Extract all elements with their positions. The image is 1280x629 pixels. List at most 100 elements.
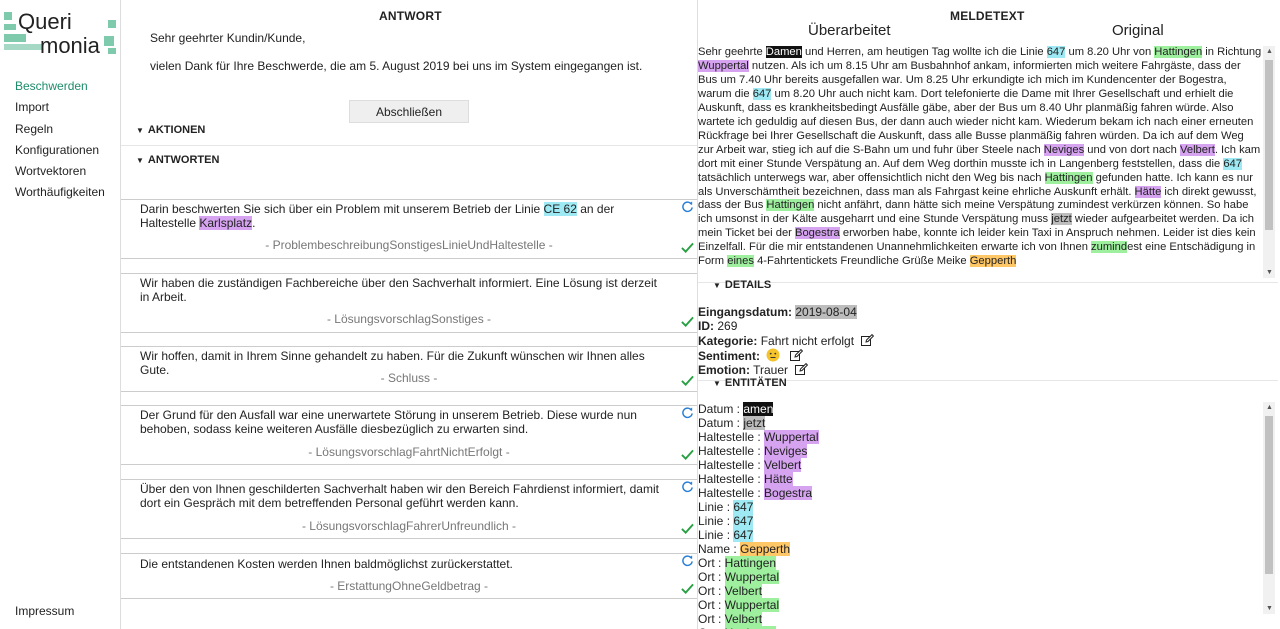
entity-highlight: Wuppertal [698, 59, 749, 72]
logo-square [108, 20, 116, 28]
answer-card-tag: - ProblembeschreibungSonstigesLinieUndHa… [265, 238, 553, 252]
entity-type: Ort : [698, 598, 725, 612]
entity-row[interactable]: Ort : Velbert [698, 584, 1262, 598]
sidebar-item-worthaeufigkeiten[interactable]: Worthäufigkeiten [15, 182, 105, 203]
entity-highlight: Velbert [1180, 143, 1215, 156]
answer-card[interactable]: Über den von Ihnen geschilderten Sachver… [121, 479, 697, 539]
refresh-icon[interactable] [681, 554, 694, 567]
scroll-up-icon[interactable]: ▲ [1266, 404, 1273, 411]
refresh-icon[interactable] [681, 200, 694, 213]
eingangsdatum-label: Eingangsdatum: [698, 305, 793, 319]
answers-section-label: ANTWORTEN [147, 154, 220, 166]
entities-scrollbar[interactable]: ▲ ▼ [1263, 402, 1275, 614]
entity-haltestelle: Karlsplatz [199, 216, 253, 230]
scroll-down-icon[interactable]: ▼ [1266, 269, 1273, 276]
entity-type: Ort : [698, 612, 725, 626]
entity-row[interactable]: Ort : Hattingen [698, 556, 1262, 570]
sidebar-item-beschwerden[interactable]: Beschwerden [15, 76, 105, 97]
entity-row[interactable]: Name : Gepperth [698, 542, 1262, 556]
check-icon[interactable] [681, 316, 694, 327]
sidebar-item-wortvektoren[interactable]: Wortvektoren [15, 161, 105, 182]
kategorie-value: Fahrt nicht erfolgt [760, 333, 855, 348]
refresh-icon[interactable] [681, 480, 694, 493]
sidebar-nav: Beschwerden Import Regeln Konfiguratione… [15, 76, 105, 204]
entity-value: Velbert [764, 458, 802, 472]
entity-row[interactable]: Haltestelle : Wuppertal [698, 430, 1262, 444]
entity-row[interactable]: Linie : 647 [698, 500, 1262, 514]
entity-row[interactable]: Linie : 647 [698, 514, 1262, 528]
meldetext-title: MELDETEXT [950, 9, 1025, 23]
answer-card[interactable]: Wir hoffen, damit in Ihrem Sinne gehande… [121, 346, 697, 392]
scroll-up-icon[interactable]: ▲ [1266, 48, 1273, 55]
entity-highlight: Damen [765, 46, 802, 58]
entity-row[interactable]: Haltestelle : Bogestra [698, 486, 1262, 500]
edit-icon[interactable] [861, 333, 875, 346]
entity-value: 647 [733, 528, 754, 542]
finish-button[interactable]: Abschließen [349, 100, 469, 123]
sidebar-item-import[interactable]: Import [15, 97, 105, 118]
answer-card[interactable]: Der Grund für den Ausfall war eine unerw… [121, 405, 697, 465]
answer-card[interactable]: Wir haben die zuständigen Fachbereiche ü… [121, 273, 697, 333]
entity-row[interactable]: Haltestelle : Hätte [698, 472, 1262, 486]
entities-section-header[interactable]: ▼ ENTITÄTEN [713, 377, 787, 389]
actions-section-header[interactable]: ▼ AKTIONEN [136, 124, 205, 136]
scroll-thumb[interactable] [1265, 416, 1273, 574]
divider [121, 145, 697, 146]
entity-row[interactable]: Haltestelle : Neviges [698, 444, 1262, 458]
entity-highlight: Bogestra [795, 227, 840, 240]
answer-card[interactable]: Die entstandenen Kosten werden Ihnen bal… [121, 553, 697, 599]
refresh-icon[interactable] [681, 406, 694, 419]
eingangsdatum-value: 2019-08-04 [795, 305, 857, 319]
entity-highlight: 647 [1046, 46, 1066, 58]
scroll-down-icon[interactable]: ▼ [1266, 605, 1273, 612]
entity-row[interactable]: Ort : Wuppertal [698, 598, 1262, 612]
details-id-row: ID: 269 [698, 319, 874, 333]
answer-card-tag: - LösungsvorschlagFahrtNichtErfolgt - [308, 445, 510, 459]
details-emotion-row: Emotion: Trauer [698, 363, 874, 377]
queri-monia-logo[interactable]: Queri monia [4, 6, 120, 58]
edit-icon[interactable] [795, 363, 809, 376]
answers-section-header[interactable]: ▼ ANTWORTEN [136, 154, 219, 166]
entity-row[interactable]: Linie : 647 [698, 528, 1262, 542]
logo-square [4, 34, 26, 42]
sidebar-item-regeln[interactable]: Regeln [15, 119, 105, 140]
entity-row[interactable]: Datum : jetzt [698, 416, 1262, 430]
logo-square [4, 44, 42, 50]
answer-text-part: Darin beschwerten Sie sich über ein Prob… [140, 202, 544, 216]
check-icon[interactable] [681, 375, 694, 386]
entity-value: 647 [733, 500, 754, 514]
entity-value: jetzt [743, 416, 766, 430]
check-icon[interactable] [681, 523, 694, 534]
caret-down-icon: ▼ [713, 281, 721, 290]
check-icon[interactable] [681, 242, 694, 253]
entity-type: Ort : [698, 556, 725, 570]
entity-type: Datum : [698, 416, 744, 430]
answer-card[interactable]: Darin beschwerten Sie sich über ein Prob… [121, 199, 697, 259]
complaint-text-part: und von dort nach [1084, 143, 1180, 156]
entity-row[interactable]: Ort : Wuppertal [698, 570, 1262, 584]
entity-row[interactable]: Ort : Velbert [698, 612, 1262, 626]
caret-down-icon: ▼ [136, 126, 144, 135]
edit-icon[interactable] [789, 348, 803, 361]
meldetext-panel: MELDETEXT Überarbeitet Original Sehr gee… [698, 0, 1280, 629]
tab-revised[interactable]: Überarbeitet [808, 22, 891, 39]
complaint-text-part: 4-Fahrtentickets Freundliche Grüße Meike [753, 255, 970, 268]
scroll-thumb[interactable] [1265, 60, 1273, 230]
check-icon[interactable] [681, 583, 694, 594]
complaint-scrollbar[interactable]: ▲ ▼ [1263, 46, 1275, 278]
impressum-link[interactable]: Impressum [15, 604, 74, 618]
entity-row[interactable]: Haltestelle : Velbert [698, 458, 1262, 472]
check-icon[interactable] [681, 449, 694, 460]
sidebar-item-konfigurationen[interactable]: Konfigurationen [15, 140, 105, 161]
entity-row[interactable]: Datum : amen [698, 402, 1262, 416]
details-date-row: Eingangsdatum: 2019-08-04 [698, 305, 874, 319]
complaint-text-part: Sehr geehrte [698, 46, 766, 58]
entity-value: Neviges [764, 444, 808, 458]
entity-type: Ort : [698, 570, 725, 584]
logo-square [4, 24, 16, 30]
details-section-header[interactable]: ▼ DETAILS [713, 279, 771, 291]
answer-card-tag: - LösungsvorschlagSonstiges - [326, 312, 492, 326]
tab-original[interactable]: Original [1112, 22, 1164, 39]
answer-card-text: Die entstandenen Kosten werden Ihnen bal… [140, 557, 513, 571]
answer-text-part: . [252, 216, 256, 230]
